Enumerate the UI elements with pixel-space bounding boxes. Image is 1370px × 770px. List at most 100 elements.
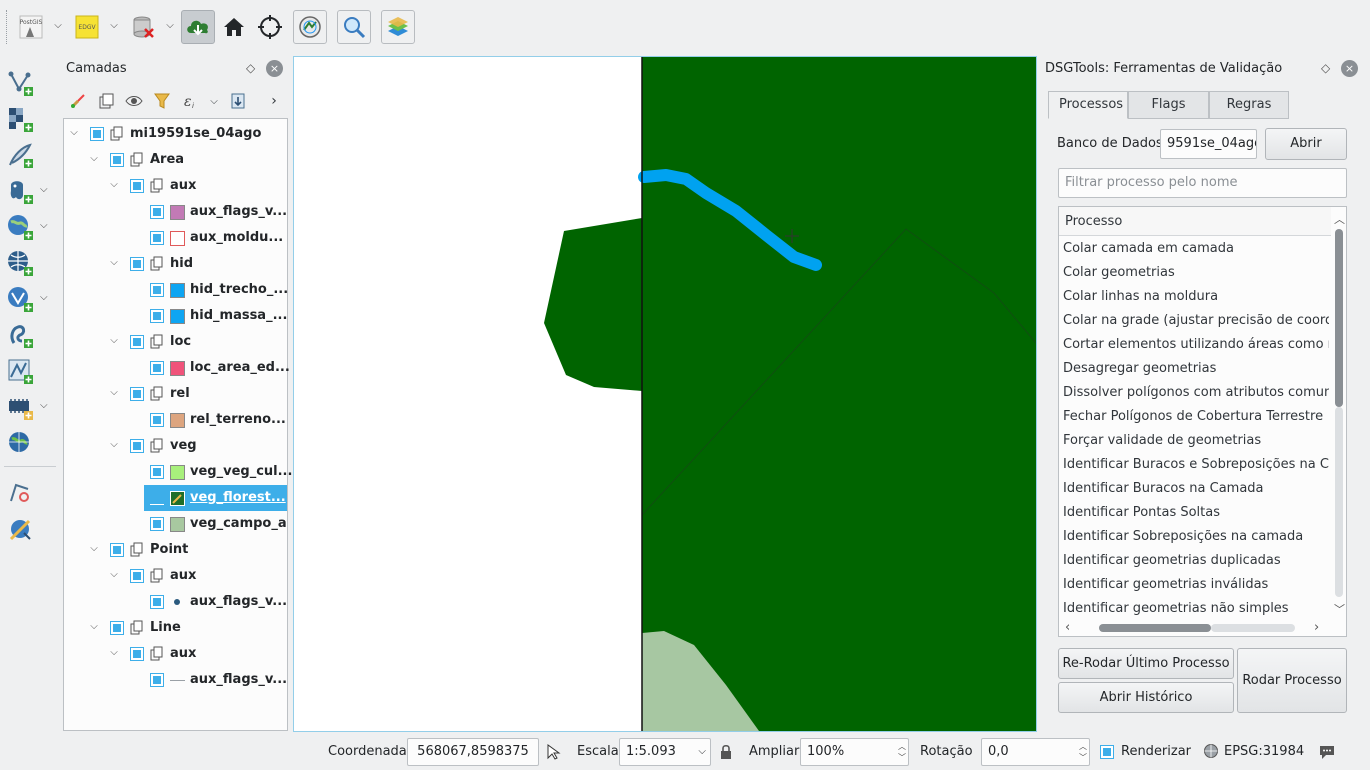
tree-layer-row[interactable]: aux_moldu... <box>64 225 287 251</box>
database-dropdown-arrow[interactable]: ⌵ <box>163 19 177 33</box>
edgv-dropdown-arrow[interactable]: ⌵ <box>107 19 121 33</box>
tree-group-row[interactable]: ⌵ hid <box>64 251 287 277</box>
map-canvas[interactable] <box>293 56 1037 732</box>
tree-group-row[interactable]: ⌵ Line <box>64 615 287 641</box>
expand-all-button[interactable] <box>228 91 248 111</box>
layer-visibility-checkbox[interactable] <box>150 465 164 479</box>
add-mesh-layer-button[interactable] <box>5 356 35 386</box>
expand-arrow[interactable]: ⌵ <box>108 439 120 450</box>
process-list-header[interactable]: Processo <box>1059 207 1331 236</box>
process-list-item[interactable]: Identificar Pontas Soltas <box>1063 501 1329 525</box>
process-list-item[interactable]: Identificar geometrias inválidas <box>1063 573 1329 597</box>
layer-visibility-checkbox[interactable] <box>130 335 144 349</box>
layer-visibility-checkbox[interactable] <box>150 491 164 505</box>
horizontal-scrollbar[interactable]: ‹ › <box>1059 619 1346 636</box>
add-vector-layer-button[interactable] <box>5 68 35 98</box>
crs-button[interactable] <box>1203 743 1219 763</box>
toolbar-grip[interactable] <box>6 10 9 44</box>
process-filter-input[interactable]: Filtrar processo pelo nome <box>1058 168 1347 198</box>
process-list-item[interactable]: Identificar Buracos na Camada <box>1063 477 1329 501</box>
crs-label[interactable]: EPSG:31984 <box>1224 744 1304 759</box>
tree-layer-row[interactable]: aux_flags_v... <box>64 667 287 693</box>
add-raster-layer-button[interactable] <box>5 104 35 134</box>
cloud-download-button[interactable] <box>181 10 215 44</box>
tree-layer-row[interactable]: veg_florest... <box>64 485 287 511</box>
expand-arrow[interactable]: ⌵ <box>108 257 120 268</box>
layer-visibility-checkbox[interactable] <box>130 257 144 271</box>
postgis-layer-button[interactable]: PostGIS <box>14 10 48 44</box>
process-list-item[interactable]: Cortar elementos utilizando áreas como r… <box>1063 333 1329 357</box>
home-button[interactable] <box>217 10 251 44</box>
tree-group-row[interactable]: ⌵ aux <box>64 641 287 667</box>
add-wfs-layer-button[interactable] <box>5 248 35 278</box>
filter-expression-button[interactable]: εi <box>180 91 200 111</box>
layer-visibility-checkbox[interactable] <box>90 127 104 141</box>
process-list-item[interactable]: Desagregar geometrias <box>1063 357 1329 381</box>
add-spatialite-button[interactable] <box>5 320 35 350</box>
add-delimited-text-button[interactable] <box>5 140 35 170</box>
tree-layer-row[interactable]: hid_trecho_... <box>64 277 288 303</box>
zoom-button[interactable] <box>337 10 371 44</box>
layer-visibility-checkbox[interactable] <box>130 179 144 193</box>
close-panel-button[interactable]: × <box>266 60 283 77</box>
tab-flags[interactable]: Flags <box>1128 91 1209 119</box>
process-list-item[interactable]: Identificar Sobreposições na camada <box>1063 525 1329 549</box>
layer-visibility-checkbox[interactable] <box>110 621 124 635</box>
scroll-down-arrow[interactable]: ﹀ <box>1334 601 1345 617</box>
memory-layer-dropdown[interactable]: ⌵ <box>40 400 48 411</box>
inspect-features-button[interactable] <box>293 10 327 44</box>
vertical-scroll-thumb[interactable] <box>1335 229 1343 407</box>
mouse-coords-toggle[interactable] <box>545 743 563 765</box>
georeference-button[interactable] <box>5 514 35 544</box>
tree-layer-row[interactable]: veg_campo_a <box>64 511 287 537</box>
layer-visibility-checkbox[interactable] <box>150 283 164 297</box>
expand-arrow[interactable]: ⌵ <box>68 127 80 138</box>
edgv-layer-button[interactable]: EDGV <box>70 10 104 44</box>
layer-visibility-checkbox[interactable] <box>130 647 144 661</box>
layer-visibility-checkbox[interactable] <box>150 595 164 609</box>
postgis-layer-dropdown[interactable]: ⌵ <box>40 184 48 195</box>
float-panel-button[interactable]: ◇ <box>246 61 255 75</box>
dsg-close-panel-button[interactable]: × <box>1341 60 1358 77</box>
process-list-item[interactable]: Forçar validade de geometrias <box>1063 429 1329 453</box>
process-list-item[interactable]: Dissolver polígonos com atributos comuns <box>1063 381 1329 405</box>
scroll-up-arrow[interactable]: ︿ <box>1334 211 1345 227</box>
layer-visibility-checkbox[interactable] <box>130 387 144 401</box>
layers-map-button[interactable] <box>381 10 415 44</box>
rotation-spin-arrows[interactable]: ︿ ﹀ <box>1079 741 1087 763</box>
tree-layer-row[interactable]: aux_flags_v... <box>64 199 287 225</box>
process-list-item[interactable]: Colar camada em camada <box>1063 237 1329 261</box>
scroll-left-arrow[interactable]: ‹ <box>1065 620 1070 635</box>
open-history-button[interactable]: Abrir Histórico <box>1058 682 1234 713</box>
expand-arrow[interactable]: ⌵ <box>108 387 120 398</box>
scale-dropdown-arrow[interactable]: ⌵ <box>698 739 706 765</box>
layer-visibility-checkbox[interactable] <box>150 231 164 245</box>
tree-group-row[interactable]: ⌵ mi19591se_04ago <box>64 121 287 147</box>
dsg-float-panel-button[interactable]: ◇ <box>1321 61 1330 75</box>
tree-group-row[interactable]: ⌵ aux <box>64 563 287 589</box>
layer-visibility-checkbox[interactable] <box>150 309 164 323</box>
render-checkbox[interactable] <box>1100 745 1114 759</box>
add-virtual-layer-button[interactable] <box>5 284 35 314</box>
database-delete-button[interactable] <box>126 10 160 44</box>
rerun-last-process-button[interactable]: Re-Rodar Último Processo <box>1058 648 1234 679</box>
horizontal-scroll-thumb[interactable] <box>1099 624 1211 632</box>
filter-legend-button[interactable] <box>152 91 172 111</box>
process-list-item[interactable]: Identificar geometrias duplicadas <box>1063 549 1329 573</box>
tree-group-row[interactable]: ⌵ Point <box>64 537 287 563</box>
open-database-button[interactable]: Abrir <box>1265 128 1347 160</box>
add-wms-layer-button[interactable] <box>5 212 35 242</box>
horizontal-scroll-track[interactable] <box>1211 624 1295 632</box>
style-layer-button[interactable] <box>68 91 88 111</box>
digitize-tools-button[interactable] <box>5 478 35 508</box>
globe-button[interactable] <box>5 428 35 458</box>
tree-layer-row[interactable]: rel_terreno... <box>64 407 287 433</box>
tree-layer-row[interactable]: loc_area_ed... <box>64 355 290 381</box>
process-list-item[interactable]: Fechar Polígonos de Cobertura Terrestre <box>1063 405 1329 429</box>
vertical-scroll-track[interactable] <box>1335 407 1343 597</box>
add-memory-layer-button[interactable] <box>5 392 35 422</box>
database-field[interactable]: 9591se_04ago <box>1160 129 1257 159</box>
scale-combo[interactable]: 1:5.093 ⌵ <box>619 738 711 766</box>
layer-visibility-checkbox[interactable] <box>130 569 144 583</box>
virtual-layer-dropdown[interactable]: ⌵ <box>40 292 48 303</box>
